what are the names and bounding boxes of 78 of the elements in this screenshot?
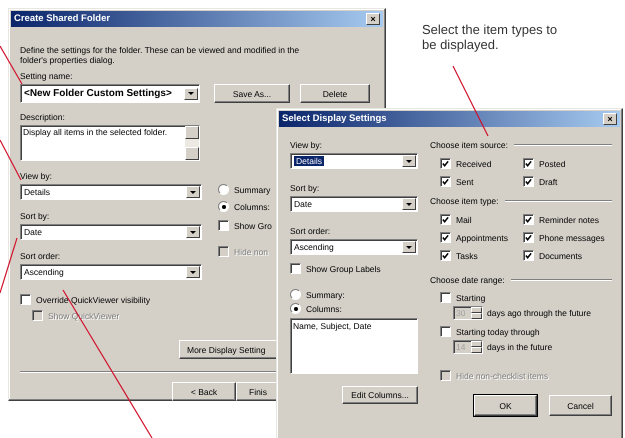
radio-label: Columns: [234, 202, 270, 212]
description-field[interactable]: Display all items in the selected folder. [20, 125, 200, 161]
field-label: Setting name: [20, 71, 72, 81]
radio-label: Columns: [306, 304, 342, 314]
intro-text: Define the settings for the folder. These can be viewed and modified in the folder's properties dialog. [20, 45, 300, 65]
radio-button[interactable] [218, 184, 229, 195]
field-label: Sort order: [20, 251, 60, 261]
checkbox-label: Draft [539, 176, 558, 186]
edit-columns-button[interactable]: Edit Columns... [342, 386, 418, 404]
window-title: Create Shared Folder [14, 14, 110, 24]
spin-label: days ago through the future [487, 308, 591, 318]
checkbox-label: Documents [539, 250, 582, 260]
columns-list[interactable]: Name, Subject, Date [290, 318, 418, 374]
dropdown[interactable]: Ascending [20, 264, 202, 280]
checkbox-label: Starting today through [456, 326, 540, 336]
radio-button[interactable] [218, 201, 229, 212]
checkbox-label: Override QuickViewer visibility [36, 294, 150, 304]
checkbox[interactable] [20, 294, 31, 305]
checkbox-label: Tasks [456, 250, 478, 260]
group-title: Choose item type: [430, 196, 499, 206]
checkbox-label: Reminder notes [539, 214, 600, 224]
dropdown[interactable]: <New Folder Custom Settings> [20, 84, 200, 103]
checkbox[interactable] [440, 250, 451, 261]
dialog-button[interactable]: Delete [300, 84, 370, 103]
dropdown[interactable]: Date [20, 224, 202, 240]
checkbox[interactable] [440, 292, 451, 303]
field-label: Sort by: [20, 211, 50, 221]
radio-label: Summary [234, 184, 270, 194]
group-title: Choose date range: [430, 275, 505, 285]
close-button[interactable]: × [366, 13, 380, 25]
dropdown[interactable]: Ascending [290, 239, 418, 255]
checkbox-label: Posted [539, 158, 566, 168]
window-title: Select Display Settings [282, 114, 387, 124]
checkbox[interactable] [218, 220, 229, 231]
checkbox-label: Phone messages [539, 232, 605, 242]
checkbox-label: Appointments [456, 232, 508, 242]
leader-line [0, 140, 22, 180]
checkbox[interactable] [440, 158, 451, 169]
checkbox[interactable] [523, 232, 534, 243]
radio-button[interactable] [290, 303, 301, 314]
spin-label: days in the future [487, 342, 552, 352]
checkbox-label: Sent [456, 176, 474, 186]
checkbox-label: Mail [456, 214, 472, 224]
checkbox-label: Hide non [234, 246, 268, 256]
checkbox[interactable] [290, 263, 301, 274]
field-label: View by: [20, 171, 52, 181]
radio-label: Summary: [306, 290, 345, 300]
dialog-button[interactable]: Save As... [214, 84, 290, 103]
checkbox[interactable] [440, 326, 451, 337]
dropdown[interactable]: Details [290, 153, 418, 169]
checkbox[interactable] [523, 158, 534, 169]
dialog-button[interactable]: Cancel [549, 395, 612, 416]
dialog-button[interactable]: OK [474, 395, 537, 416]
checkbox[interactable] [523, 176, 534, 187]
checkbox-label: Starting [456, 292, 486, 302]
leader-line [0, 238, 18, 294]
checkbox[interactable] [440, 176, 451, 187]
scrollbar[interactable] [185, 126, 199, 160]
callout-text: Select the item types to be displayed. [422, 22, 558, 52]
leader-line [452, 66, 489, 136]
close-button[interactable]: × [603, 113, 617, 125]
dropdown[interactable]: Date [290, 196, 418, 212]
checkbox-label: Show Gro [234, 220, 272, 230]
checkbox[interactable] [523, 250, 534, 261]
dropdown[interactable]: Details [20, 184, 202, 200]
group-title: Choose item source: [430, 140, 508, 150]
field-label: Sort order: [290, 226, 330, 236]
field-label: Description: [20, 112, 65, 122]
dialog-button[interactable]: < Back [172, 382, 236, 401]
checkbox[interactable] [523, 214, 534, 225]
checkbox-label: Received [456, 158, 492, 168]
checkbox-label: Show Group Labels [306, 264, 381, 274]
checkbox[interactable] [440, 232, 451, 243]
radio-button[interactable] [290, 289, 301, 300]
field-label: View by: [290, 140, 322, 150]
field-label: Sort by: [290, 183, 320, 193]
checkbox[interactable] [440, 214, 451, 225]
checkbox-label: Hide non-checklist items [456, 370, 548, 380]
